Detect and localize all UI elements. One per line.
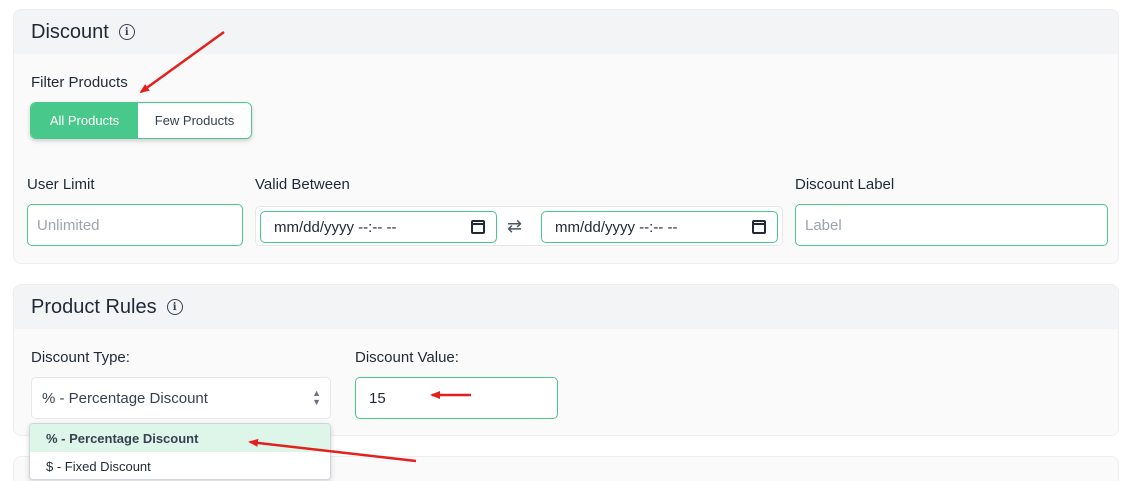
- info-icon[interactable]: i: [166, 299, 183, 315]
- discount-label-input[interactable]: Label: [795, 204, 1108, 246]
- discount-type-dropdown: % - Percentage Discount $ - Fixed Discou…: [29, 423, 331, 480]
- filter-products-label: Filter Products: [31, 74, 128, 91]
- discount-type-value: % - Percentage Discount: [42, 389, 208, 407]
- product-rules-title: Product Rules: [31, 295, 157, 318]
- discount-title: Discount: [31, 20, 109, 43]
- filter-products-toggle: All Products Few Products: [30, 102, 252, 139]
- user-limit-label: User Limit: [27, 176, 95, 193]
- few-products-button[interactable]: Few Products: [138, 103, 251, 138]
- swap-arrows-icon: ⇄: [507, 216, 523, 236]
- end-date-value: mm/dd/yyyy --:-- --: [555, 218, 678, 236]
- discount-type-label: Discount Type:: [31, 349, 130, 366]
- start-date-input[interactable]: mm/dd/yyyy --:-- --: [260, 211, 497, 243]
- info-icon[interactable]: i: [118, 24, 135, 40]
- chevron-up-down-icon: ▲ ▼: [312, 388, 321, 407]
- dropdown-option-fixed[interactable]: $ - Fixed Discount: [30, 452, 330, 479]
- user-limit-input[interactable]: Unlimited: [27, 204, 243, 246]
- discount-value-label: Discount Value:: [355, 349, 459, 366]
- start-date-value: mm/dd/yyyy --:-- --: [274, 218, 397, 236]
- dropdown-option-percentage[interactable]: % - Percentage Discount: [30, 424, 330, 452]
- product-rules-header: Product Rules i: [14, 285, 1118, 329]
- discount-value-input[interactable]: 15: [355, 377, 558, 419]
- product-rules-card: Product Rules i Discount Type: % - Perce…: [13, 284, 1119, 436]
- valid-between-label: Valid Between: [255, 176, 350, 193]
- valid-between-group: mm/dd/yyyy --:-- -- ⇄ mm/dd/yyyy --:-- -…: [255, 206, 783, 246]
- end-date-input[interactable]: mm/dd/yyyy --:-- --: [541, 211, 778, 243]
- discount-type-select[interactable]: % - Percentage Discount ▲ ▼: [31, 377, 331, 419]
- all-products-button[interactable]: All Products: [31, 103, 138, 138]
- discount-card: Discount i Filter Products All Products …: [13, 9, 1119, 264]
- calendar-icon[interactable]: [471, 220, 485, 234]
- page: Discount i Filter Products All Products …: [0, 0, 1132, 481]
- calendar-icon[interactable]: [752, 220, 766, 234]
- discount-header: Discount i: [14, 10, 1118, 54]
- discount-label-label: Discount Label: [795, 176, 895, 193]
